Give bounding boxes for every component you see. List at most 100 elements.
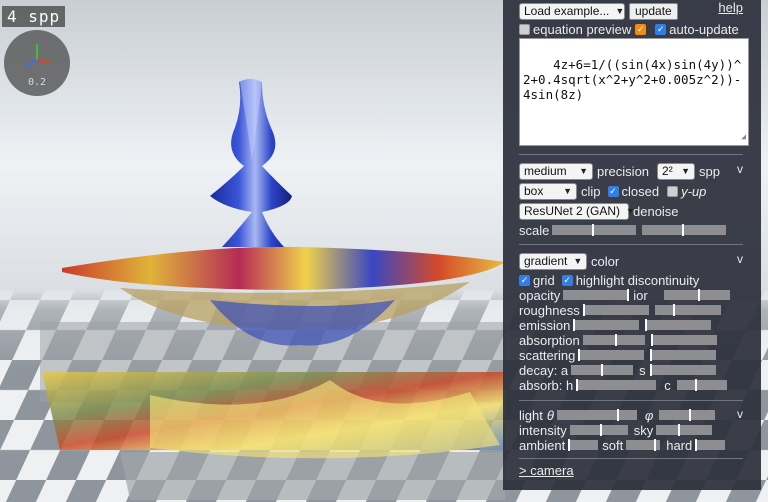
emission-slider[interactable] <box>573 319 640 331</box>
equation-preview-label: equation preview <box>533 21 632 37</box>
camera-section-link[interactable]: > camera <box>519 463 574 478</box>
emission-slider-b[interactable] <box>645 319 712 331</box>
chevron-down-icon: ▼ <box>615 6 625 16</box>
roughness-slider[interactable] <box>582 304 649 316</box>
load-example-select[interactable]: Load example... ▼ <box>519 2 625 20</box>
clip-select[interactable]: box ▼ <box>519 182 577 200</box>
opacity-slider[interactable] <box>563 289 630 301</box>
color-label: color <box>591 253 620 269</box>
resize-grip-icon[interactable]: ◢ <box>741 129 746 144</box>
scale-label: scale <box>519 222 550 238</box>
clip-row: box ▼ clip ✓ closed y-up <box>519 182 747 200</box>
y-up-label: y-up <box>681 183 707 199</box>
slider-knob[interactable] <box>616 409 619 421</box>
color-row: gradient ▼ color <box>519 252 747 270</box>
denoise-select[interactable]: ResUNet 2 (GAN) ▼ <box>519 202 635 220</box>
axes-icon <box>25 44 51 67</box>
denoise-value: ResUNet 2 (GAN) <box>524 204 621 218</box>
slider-knob[interactable] <box>627 289 630 301</box>
slider-knob[interactable] <box>601 364 604 376</box>
absorption-slider[interactable] <box>582 334 645 346</box>
equation-preview-toggle-icon[interactable] <box>519 23 530 35</box>
help-link[interactable]: help <box>718 0 743 15</box>
slider-knob[interactable] <box>654 439 657 451</box>
slider-knob[interactable] <box>599 424 602 436</box>
absorb-h-label: absorb: h <box>519 377 574 393</box>
clip-label: clip <box>581 183 601 199</box>
slider-knob[interactable] <box>694 379 697 391</box>
axis-gizmo[interactable]: 0.2 <box>4 30 70 96</box>
color-mode-value: gradient <box>524 254 568 268</box>
decay-s-slider[interactable] <box>649 364 716 376</box>
slider-knob[interactable] <box>650 349 653 361</box>
slider-knob[interactable] <box>592 224 595 236</box>
load-example-label: Load example... <box>524 4 610 18</box>
section-divider <box>519 244 743 245</box>
highlight-discontinuity-checkbox[interactable]: ✓ <box>561 274 573 286</box>
spp-select[interactable]: 2² ▼ <box>657 162 696 180</box>
ior-slider[interactable] <box>663 289 730 301</box>
section-divider <box>519 400 743 401</box>
clip-value: box <box>524 184 544 198</box>
ambient-label: ambient <box>519 437 566 453</box>
denoise-row: ResUNet 2 (GAN) ▼ denoise <box>519 202 747 220</box>
slider-knob[interactable] <box>689 409 692 421</box>
camera-row: > camera <box>519 461 747 479</box>
slider-knob[interactable] <box>697 289 700 301</box>
slider-knob[interactable] <box>672 304 675 316</box>
intensity-slider[interactable] <box>569 424 628 436</box>
sky-slider[interactable] <box>656 424 713 436</box>
color-mode-select[interactable]: gradient ▼ <box>519 252 587 270</box>
ambient-slider[interactable] <box>568 439 599 451</box>
scale-slider-a[interactable] <box>552 224 637 236</box>
samples-per-pixel-readout: 4 spp <box>2 6 66 27</box>
spp-value: 2² <box>662 164 673 178</box>
scattering-slider-b[interactable] <box>650 349 717 361</box>
roughness-slider-b[interactable] <box>654 304 721 316</box>
slider-knob[interactable] <box>650 334 653 346</box>
auto-update-label: auto-update <box>669 21 739 37</box>
update-button[interactable]: update <box>629 2 678 20</box>
equation-options-row: equation preview ✓ ✓ auto-update <box>519 20 747 38</box>
y-up-checkbox[interactable] <box>667 185 679 197</box>
equation-text: 4z+6=1/((sin(4x)sin(4y))^2+0.4sqrt(x^2+y… <box>523 57 742 102</box>
render-collapse-toggle[interactable]: v <box>737 162 743 176</box>
equation-input[interactable]: 4z+6=1/((sin(4x)sin(4y))^2+0.4sqrt(x^2+y… <box>519 38 749 146</box>
slider-knob[interactable] <box>578 349 581 361</box>
absorb-h-slider[interactable] <box>576 379 657 391</box>
equation-preview-checkbox[interactable]: ✓ <box>635 23 647 35</box>
slider-knob[interactable] <box>645 319 648 331</box>
slider-knob[interactable] <box>695 439 698 451</box>
precision-select[interactable]: medium ▼ <box>519 162 593 180</box>
slider-knob[interactable] <box>649 364 652 376</box>
lighting-collapse-toggle[interactable]: v <box>737 407 743 421</box>
grid-checkbox[interactable]: ✓ <box>519 274 530 286</box>
absorption-slider-b[interactable] <box>650 334 717 346</box>
absorb-c-slider[interactable] <box>676 379 727 391</box>
decay-a-slider[interactable] <box>571 364 634 376</box>
ambient-row: ambient soft hard <box>519 436 747 454</box>
material-collapse-toggle[interactable]: v <box>737 252 743 266</box>
absorb-c-label: c <box>664 377 671 393</box>
slider-knob[interactable] <box>568 439 571 451</box>
soft-slider[interactable] <box>626 439 661 451</box>
slider-knob[interactable] <box>682 224 685 236</box>
slider-knob[interactable] <box>678 424 681 436</box>
zoom-level: 0.2 <box>27 77 47 88</box>
auto-update-checkbox[interactable]: ✓ <box>655 23 667 35</box>
light-phi-slider[interactable] <box>659 409 716 421</box>
closed-checkbox[interactable]: ✓ <box>607 185 619 197</box>
chevron-down-icon: ▼ <box>573 256 583 266</box>
light-theta-slider[interactable] <box>556 409 637 421</box>
section-divider <box>519 154 743 155</box>
scale-slider-b[interactable] <box>642 224 727 236</box>
chevron-down-icon: ▼ <box>563 186 572 196</box>
slider-knob[interactable] <box>614 334 617 346</box>
slider-knob[interactable] <box>573 319 576 331</box>
scattering-slider[interactable] <box>578 349 645 361</box>
section-divider <box>519 458 743 459</box>
slider-knob[interactable] <box>582 304 585 316</box>
precision-label: precision <box>597 163 650 179</box>
slider-knob[interactable] <box>576 379 579 391</box>
hard-slider[interactable] <box>695 439 726 451</box>
